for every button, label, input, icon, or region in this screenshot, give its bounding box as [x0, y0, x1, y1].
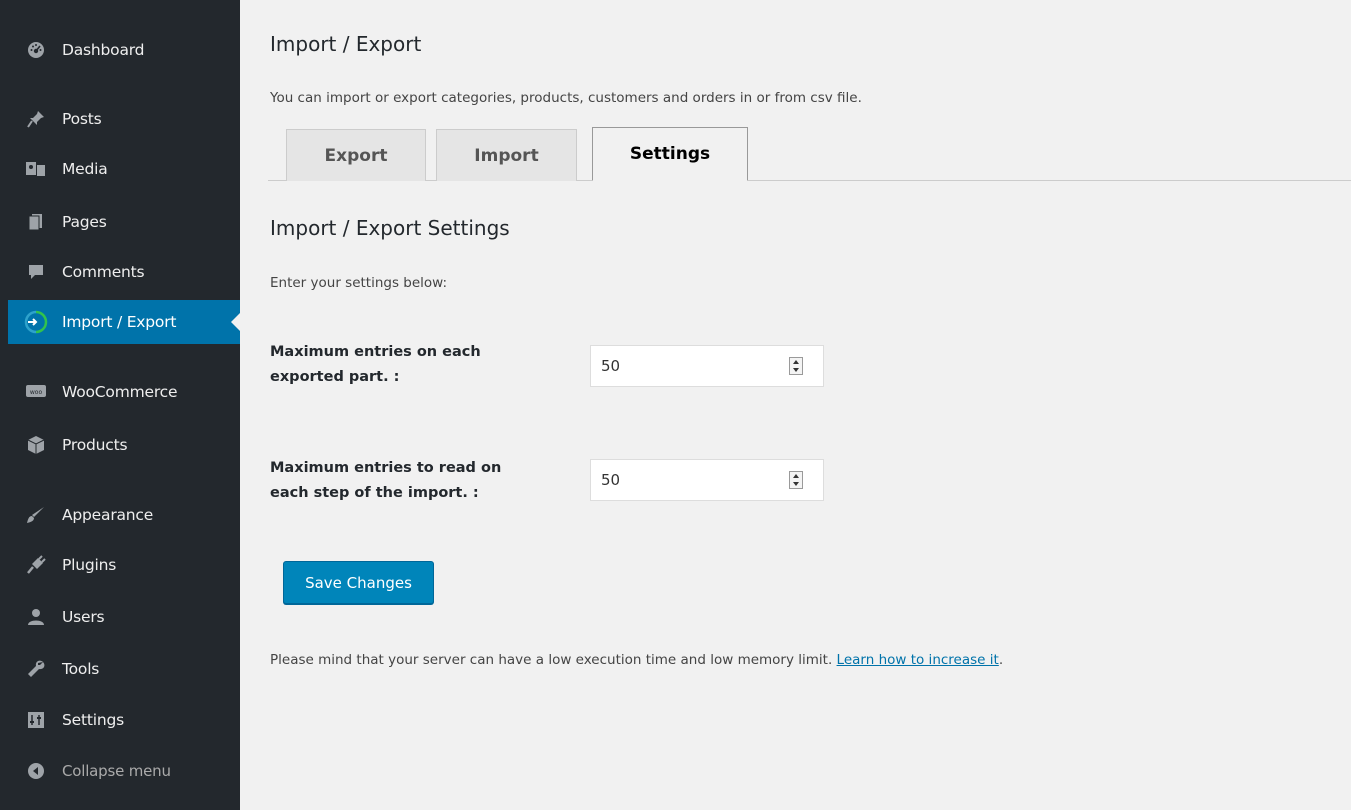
sidebar-item-plugins[interactable]: Plugins — [8, 543, 240, 587]
admin-sidebar: Dashboard Posts Media Pages Comments Imp… — [0, 0, 240, 810]
section-description: Enter your settings below: — [270, 275, 448, 291]
learn-more-link[interactable]: Learn how to increase it — [837, 652, 999, 668]
collapse-menu-label: Collapse menu — [62, 762, 171, 780]
sidebar-item-media[interactable]: Media — [8, 147, 240, 191]
export-part-value: 50 — [601, 357, 621, 375]
sidebar-item-settings[interactable]: Settings — [8, 698, 240, 742]
sidebar-item-label: Dashboard — [62, 41, 145, 59]
sidebar-item-label: Posts — [62, 110, 102, 128]
sidebar-item-label: Plugins — [62, 556, 117, 574]
svg-text:woo: woo — [30, 389, 43, 396]
plugin-icon — [22, 554, 50, 576]
import-step-value: 50 — [601, 471, 621, 489]
tab-export[interactable]: Export — [286, 129, 426, 181]
page-title: Import / Export — [270, 32, 422, 56]
sidebar-item-label: Comments — [62, 263, 145, 281]
user-icon — [22, 606, 50, 628]
settings-icon — [22, 709, 50, 731]
sidebar-item-dashboard[interactable]: Dashboard — [8, 28, 240, 72]
comment-icon — [22, 261, 50, 283]
tab-bar: Export Import Settings — [268, 127, 1351, 181]
sidebar-item-import-export[interactable]: Import / Export — [8, 300, 240, 344]
sidebar-item-label: Users — [62, 608, 105, 626]
save-changes-button[interactable]: Save Changes — [283, 561, 434, 604]
box-icon — [22, 434, 50, 456]
tab-settings[interactable]: Settings — [592, 127, 748, 181]
media-icon — [22, 158, 50, 180]
sidebar-item-posts[interactable]: Posts — [8, 97, 240, 141]
import-export-icon — [22, 310, 50, 334]
sidebar-item-tools[interactable]: Tools — [8, 647, 240, 691]
intro-text: You can import or export categories, pro… — [270, 90, 862, 106]
sidebar-item-woocommerce[interactable]: woo WooCommerce — [8, 370, 240, 414]
import-step-label: Maximum entries to read on each step of … — [270, 460, 502, 501]
pages-icon — [22, 211, 50, 233]
sidebar-item-label: Pages — [62, 213, 107, 231]
sidebar-item-pages[interactable]: Pages — [8, 200, 240, 244]
sidebar-item-comments[interactable]: Comments — [8, 250, 240, 294]
sidebar-item-appearance[interactable]: Appearance — [8, 493, 240, 537]
sidebar-item-label: Import / Export — [62, 313, 177, 331]
tab-import[interactable]: Import — [436, 129, 577, 181]
collapse-icon — [22, 760, 50, 782]
sidebar-item-label: Media — [62, 160, 108, 178]
sidebar-item-products[interactable]: Products — [8, 423, 240, 467]
woo-icon: woo — [22, 381, 50, 403]
server-note-end: . — [998, 652, 1004, 668]
main-content: Import / Export You can import or export… — [240, 0, 1351, 810]
server-note: Please mind that your server can have a … — [270, 652, 1003, 668]
export-part-label: Maximum entries on each exported part. : — [270, 344, 481, 385]
brush-icon — [22, 504, 50, 526]
sidebar-item-label: Products — [62, 436, 128, 454]
pin-icon — [22, 108, 50, 130]
server-note-text: Please mind that your server can have a … — [270, 652, 837, 668]
number-spinner-icon[interactable] — [789, 471, 803, 489]
sidebar-item-label: WooCommerce — [62, 383, 178, 401]
dashboard-icon — [22, 39, 50, 61]
wrench-icon — [22, 658, 50, 680]
collapse-menu-button[interactable]: Collapse menu — [8, 749, 240, 793]
number-spinner-icon[interactable] — [789, 357, 803, 375]
export-part-input[interactable]: 50 — [590, 345, 824, 387]
sidebar-item-users[interactable]: Users — [8, 595, 240, 639]
sidebar-item-label: Settings — [62, 711, 124, 729]
sidebar-item-label: Appearance — [62, 506, 154, 524]
import-step-input[interactable]: 50 — [590, 459, 824, 501]
sidebar-item-label: Tools — [62, 660, 100, 678]
section-title: Import / Export Settings — [270, 216, 510, 240]
